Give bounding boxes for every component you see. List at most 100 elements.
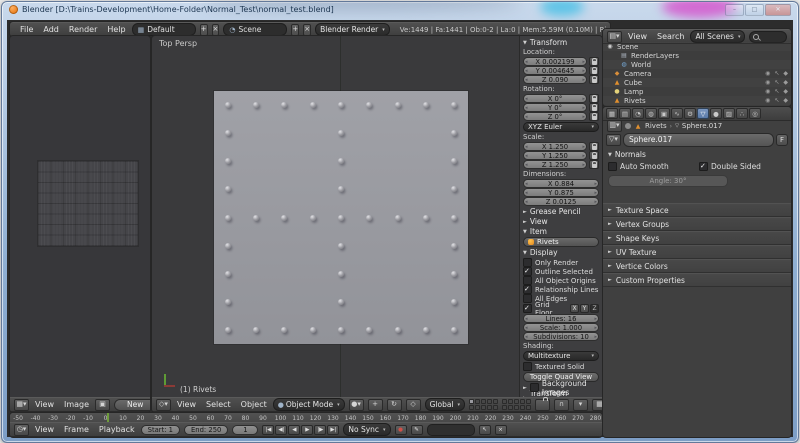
lock-button[interactable]	[589, 57, 599, 66]
location-field[interactable]: Z 0.090	[523, 75, 587, 84]
outliner-row[interactable]: Lamp	[603, 87, 791, 96]
selectable-icon[interactable]	[774, 70, 779, 77]
rivet-sphere[interactable]	[423, 102, 429, 108]
rivet-sphere[interactable]	[338, 102, 344, 108]
breadcrumb-object[interactable]: Rivets	[645, 122, 667, 130]
textured-solid-checkbox[interactable]	[523, 362, 532, 371]
menu-item[interactable]: Select	[204, 400, 233, 409]
rivet-sphere[interactable]	[338, 158, 344, 164]
collapsed-panel[interactable]: ► Custom Properties	[603, 273, 791, 287]
rivet-sphere[interactable]	[338, 186, 344, 192]
rivet-sphere[interactable]	[451, 130, 457, 136]
rivet-sphere[interactable]	[310, 327, 316, 333]
lock-button[interactable]	[589, 94, 599, 103]
rivet-sphere[interactable]	[366, 215, 372, 221]
menu-item[interactable]: Object	[239, 400, 269, 409]
render-restrict-icon[interactable]	[783, 70, 788, 77]
visibility-icon[interactable]	[765, 88, 770, 95]
grid-setting-field[interactable]: Subdivisions: 10	[523, 332, 599, 341]
properties-tab[interactable]: ◔	[632, 108, 644, 119]
scale-field[interactable]: Z 1.250	[523, 160, 587, 169]
dimension-field[interactable]: Z 0.0125	[523, 197, 599, 206]
rivet-sphere[interactable]	[451, 102, 457, 108]
mesh-name-field[interactable]: Sphere.017	[623, 133, 774, 147]
viewport-3d[interactable]: Top Persp (1) Rivets ▼Transform Location…	[152, 36, 602, 412]
layer-toggle[interactable]	[487, 399, 492, 404]
viewport-shading-dropdown[interactable]: ●▾	[349, 399, 364, 411]
keying-set-field[interactable]	[427, 424, 475, 436]
translate-manipulator-icon[interactable]: +	[368, 399, 383, 411]
outliner-row[interactable]: RenderLayers	[603, 51, 791, 60]
menu-item[interactable]: View	[33, 400, 56, 409]
minimize-button[interactable]: –	[725, 4, 744, 16]
rivet-sphere[interactable]	[338, 215, 344, 221]
layer-toggle[interactable]	[502, 405, 507, 410]
rivet-sphere[interactable]	[281, 102, 287, 108]
grid-floor-checkbox[interactable]	[523, 304, 532, 313]
layer-toggle[interactable]	[526, 399, 531, 404]
maximize-button[interactable]: □	[745, 4, 764, 16]
outliner-row[interactable]: World	[603, 60, 791, 69]
mode-dropdown[interactable]: ● Object Mode ▾	[273, 398, 345, 411]
rivet-sphere[interactable]	[451, 215, 457, 221]
playback-button[interactable]: ▶|	[327, 425, 339, 435]
rotation-field[interactable]: Y 0°	[523, 103, 587, 112]
rivet-sphere[interactable]	[310, 102, 316, 108]
properties-tab[interactable]: ▦	[606, 108, 618, 119]
selectable-icon[interactable]	[774, 79, 779, 86]
collapsed-panel[interactable]: ► Shape Keys	[603, 231, 791, 245]
location-field[interactable]: X 0.002199	[523, 57, 587, 66]
rivet-sphere[interactable]	[225, 130, 231, 136]
render-opengl-icon[interactable]: ▦	[592, 399, 602, 411]
end-frame-field[interactable]: End: 250	[184, 425, 228, 435]
search-input[interactable]	[749, 31, 787, 43]
rotation-field[interactable]: Z 0°	[523, 112, 587, 121]
rivet-sphere[interactable]	[253, 327, 259, 333]
add-layout-button[interactable]: +	[200, 24, 208, 36]
properties-tab[interactable]: ●	[710, 108, 722, 119]
rotation-mode-dropdown[interactable]: XYZ Euler▾	[523, 122, 599, 132]
dimension-field[interactable]: X 0.884	[523, 179, 599, 188]
rotation-field[interactable]: X 0°	[523, 94, 587, 103]
rivet-sphere[interactable]	[225, 158, 231, 164]
axis-toggle-button[interactable]: Z	[590, 304, 599, 313]
image-browse-icon[interactable]: ▣	[95, 399, 110, 411]
transform-panel-header[interactable]: ▼Transform	[523, 38, 599, 47]
checkbox[interactable]	[523, 285, 532, 294]
collapsed-panel[interactable]: ► Texture Space	[603, 203, 791, 217]
rivet-sphere[interactable]	[338, 243, 344, 249]
active-object-name-field[interactable]: Rivets	[523, 237, 599, 247]
layer-toggle[interactable]	[493, 405, 498, 410]
location-field[interactable]: Y 0.004645	[523, 66, 587, 75]
scale-manipulator-icon[interactable]: ◇	[406, 399, 421, 411]
dimension-field[interactable]: Y 0.875	[523, 188, 599, 197]
rivet-sphere[interactable]	[281, 215, 287, 221]
layer-toggle[interactable]	[469, 405, 474, 410]
lock-button[interactable]	[589, 103, 599, 112]
selectable-icon[interactable]	[774, 88, 779, 95]
snap-magnet-icon[interactable]: ∩	[554, 399, 569, 411]
sync-mode-dropdown[interactable]: No Sync ▾	[343, 423, 390, 436]
rivet-sphere[interactable]	[395, 102, 401, 108]
properties-tab[interactable]: ▤	[619, 108, 631, 119]
start-frame-field[interactable]: Start: 1	[141, 425, 180, 435]
axis-toggle-button[interactable]: Y	[580, 304, 589, 313]
auto-smooth-angle-field[interactable]: Angle: 30°	[608, 175, 728, 187]
rivet-sphere[interactable]	[423, 215, 429, 221]
background-images-checkbox[interactable]	[530, 383, 539, 392]
rivet-sphere[interactable]	[225, 299, 231, 305]
rivet-sphere[interactable]	[451, 243, 457, 249]
restriction-toggles[interactable]	[765, 70, 788, 77]
visibility-icon[interactable]	[765, 70, 770, 77]
checkbox[interactable]	[523, 294, 532, 303]
keying-icon[interactable]: ✎	[411, 425, 423, 435]
selectable-icon[interactable]	[774, 97, 779, 104]
collapsed-panel[interactable]: ► UV Texture	[603, 245, 791, 259]
properties-tab[interactable]: ∴	[736, 108, 748, 119]
rivet-sphere[interactable]	[225, 215, 231, 221]
rivet-sphere[interactable]	[225, 102, 231, 108]
scene-selector[interactable]: ◔ Scene	[223, 23, 287, 36]
rotate-manipulator-icon[interactable]: ↻	[387, 399, 402, 411]
menu-item[interactable]: Search	[655, 32, 686, 41]
properties-tab[interactable]: ▨	[723, 108, 735, 119]
